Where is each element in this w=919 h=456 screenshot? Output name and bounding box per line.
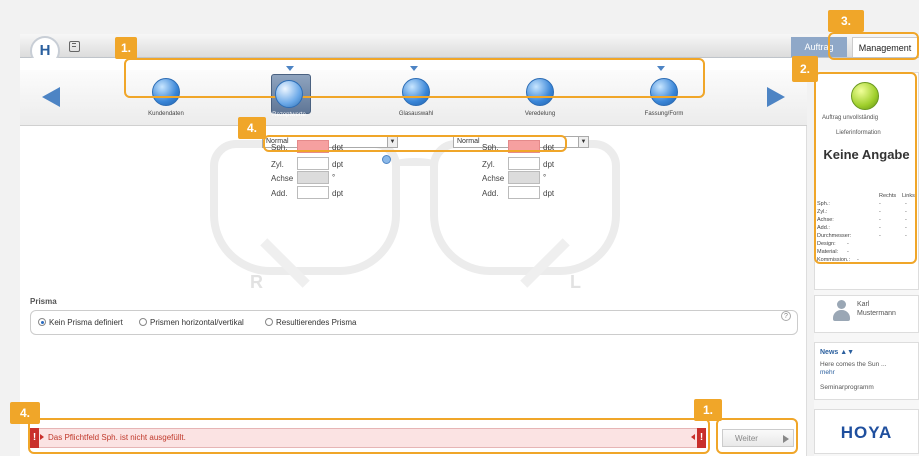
left-side-letter: L [570, 272, 581, 292]
zyl-left-label: Zyl. [482, 160, 495, 169]
radio-resultierend[interactable] [265, 318, 273, 326]
annotation-badge: 1. [694, 399, 722, 421]
annotation-frame-error [28, 418, 710, 454]
zyl-left-unit: dpt [543, 160, 555, 169]
news-teaser: Here comes the Sun ... [820, 361, 887, 368]
add-right-label: Add. [271, 189, 288, 198]
step-label: Glasauswahl [398, 111, 434, 117]
prescription-icon [275, 80, 303, 108]
user-avatar-icon [831, 300, 851, 322]
save-icon[interactable] [69, 41, 80, 52]
achse-right-input[interactable] [297, 171, 329, 184]
chevron-down-icon: ▼ [578, 137, 588, 147]
annotation-badge: 1. [115, 37, 137, 59]
annotation-badge: 3. [828, 10, 864, 32]
previous-step-arrow-icon[interactable] [42, 87, 60, 107]
annotation-frame-summary [814, 72, 917, 264]
zyl-right-input[interactable] [297, 157, 329, 170]
annotation-frame-management [828, 32, 919, 60]
news-title: News ▲▼ [820, 349, 854, 356]
step-label: Rezeptwerte [272, 112, 306, 118]
annotation-frame-weiter [716, 418, 798, 454]
right-side-letter: R [250, 272, 263, 292]
annotation-badge: 4. [10, 402, 40, 424]
achse-left-label: Achse [482, 174, 505, 183]
add-left-label: Add. [482, 189, 499, 198]
copy-values-icon[interactable] [382, 155, 391, 164]
user-first-name: Karl [857, 301, 870, 308]
user-last-name: Mustermann [857, 310, 896, 317]
hoya-logo: HOYA [814, 409, 919, 454]
radio-kein-prisma[interactable] [38, 318, 46, 326]
achse-right-label: Achse [271, 174, 294, 183]
toolbar [20, 34, 919, 58]
seminar-link[interactable]: Seminarprogramm [820, 384, 874, 391]
step-label: Veredelung [524, 111, 556, 117]
annotation-frame-sph [263, 135, 567, 152]
achse-left-input[interactable] [508, 171, 540, 184]
help-icon[interactable]: ? [781, 311, 791, 321]
step-label: Kundendaten [148, 111, 184, 117]
achse-left-unit: ° [543, 173, 547, 182]
radio-label: Prismen horizontal/vertikal [150, 318, 244, 327]
add-right-input[interactable] [297, 186, 329, 199]
add-left-unit: dpt [543, 189, 555, 198]
annotation-frame-steps [124, 58, 705, 98]
achse-right-unit: ° [332, 173, 336, 182]
radio-label: Kein Prisma definiert [49, 318, 123, 327]
radio-prismen-hv[interactable] [139, 318, 147, 326]
news-sort-icon[interactable]: ▲▼ [840, 349, 854, 356]
zyl-right-label: Zyl. [271, 160, 284, 169]
zyl-right-unit: dpt [332, 160, 344, 169]
add-left-input[interactable] [508, 186, 540, 199]
news-title-text: News [820, 349, 839, 356]
news-text: Here comes the Sun ... mehr [820, 361, 890, 377]
glasses-bridge [392, 158, 438, 168]
radio-label: Resultierendes Prisma [276, 318, 357, 327]
add-right-unit: dpt [332, 189, 344, 198]
next-step-arrow-icon[interactable] [767, 87, 785, 107]
step-label: Fassung/Form [644, 111, 684, 117]
zyl-left-input[interactable] [508, 157, 540, 170]
prisma-title: Prisma [30, 297, 57, 306]
news-more-link[interactable]: mehr [820, 369, 835, 376]
annotation-badge: 4. [238, 117, 266, 139]
annotation-badge: 2. [792, 56, 818, 82]
